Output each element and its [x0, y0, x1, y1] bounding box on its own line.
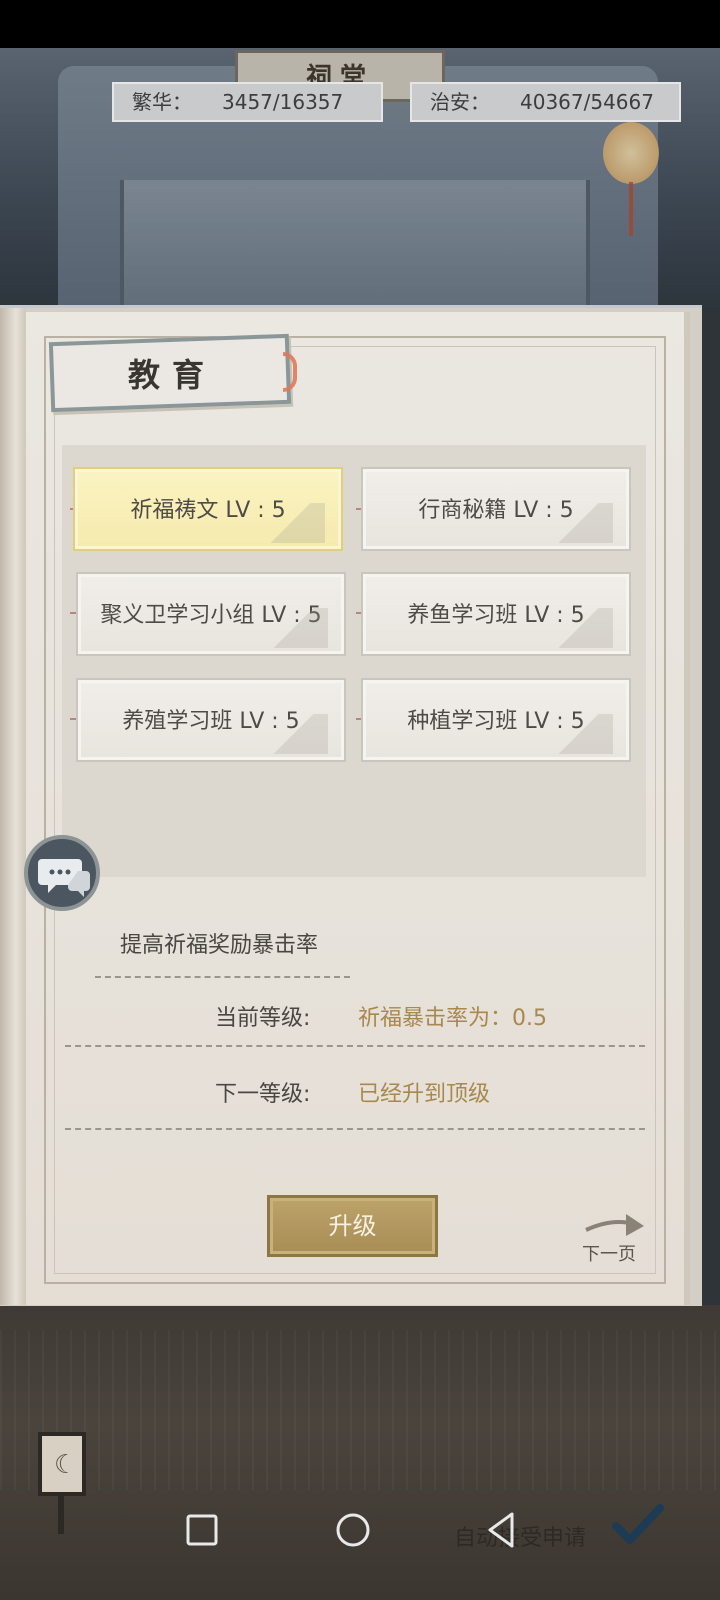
upgrade-button[interactable]: 升级 — [267, 1195, 438, 1257]
skill-card-label: 养鱼学习班 LV : 5 — [407, 603, 585, 628]
floor-lantern-icon: ☾ — [38, 1432, 86, 1496]
skill-card-fish-class[interactable]: 养鱼学习班 LV : 5 — [361, 572, 631, 656]
security-label: 治安： — [430, 90, 490, 114]
circle-icon — [336, 1513, 370, 1547]
next-page-button[interactable]: 下一页 — [578, 1210, 648, 1266]
divider — [65, 1045, 645, 1047]
skill-card-planting-class[interactable]: 种植学习班 LV : 5 — [361, 678, 631, 762]
skill-card-prayer[interactable]: 祈福祷文 LV : 5 — [73, 467, 343, 551]
current-level-label: 当前等级: — [215, 1006, 311, 1031]
square-icon — [186, 1514, 218, 1546]
lantern-tassel — [629, 182, 633, 236]
skill-description: 提高祈福奖励暴击率 — [120, 933, 319, 958]
status-bar — [0, 0, 720, 48]
next-level-label: 下一等级: — [215, 1082, 311, 1107]
chat-button[interactable] — [24, 835, 100, 911]
skill-card-guard-study[interactable]: 聚义卫学习小组 LV : 5 — [76, 572, 346, 656]
nav-recents-button[interactable] — [180, 1508, 224, 1552]
divider — [95, 976, 350, 978]
divider — [65, 1128, 645, 1130]
hall-doorway — [120, 180, 590, 320]
floor-lantern-stand — [58, 1496, 64, 1534]
next-page-label: 下一页 — [582, 1244, 636, 1265]
skill-card-label: 种植学习班 LV : 5 — [407, 709, 585, 734]
floor-texture — [0, 1330, 720, 1490]
prosperity-value: 3457/16357 — [222, 90, 344, 114]
prosperity-stat: 繁华： 3457/16357 — [112, 82, 383, 122]
security-value: 40367/54667 — [520, 90, 654, 114]
chat-bubble-icon — [38, 859, 90, 897]
nav-back-button[interactable] — [480, 1508, 524, 1552]
skill-card-breeding-class[interactable]: 养殖学习班 LV : 5 — [76, 678, 346, 762]
skill-card-label: 行商秘籍 LV : 5 — [418, 498, 574, 523]
prosperity-label: 繁华： — [132, 90, 192, 114]
lantern-icon — [603, 122, 659, 184]
current-level-value: 祈福暴击率为：0.5 — [358, 1006, 547, 1031]
panel-title: 教育 — [128, 356, 217, 394]
security-stat: 治安： 40367/54667 — [410, 82, 681, 122]
nav-home-button[interactable] — [331, 1508, 375, 1552]
skill-card-label: 聚义卫学习小组 LV : 5 — [100, 603, 322, 628]
checkmark-icon[interactable] — [610, 1502, 666, 1548]
arrow-right-icon — [585, 1214, 644, 1236]
skill-card-label: 养殖学习班 LV : 5 — [122, 709, 300, 734]
book-spine — [0, 308, 26, 1305]
triangle-back-icon — [488, 1512, 514, 1548]
skill-card-label: 祈福祷文 LV : 5 — [130, 498, 286, 523]
skill-card-trade[interactable]: 行商秘籍 LV : 5 — [361, 467, 631, 551]
game-screen: 祠堂 繁华： 3457/16357 治安： 40367/54667 ☾ 教育 祈… — [0, 0, 720, 1600]
next-level-value: 已经升到顶级 — [358, 1082, 491, 1107]
